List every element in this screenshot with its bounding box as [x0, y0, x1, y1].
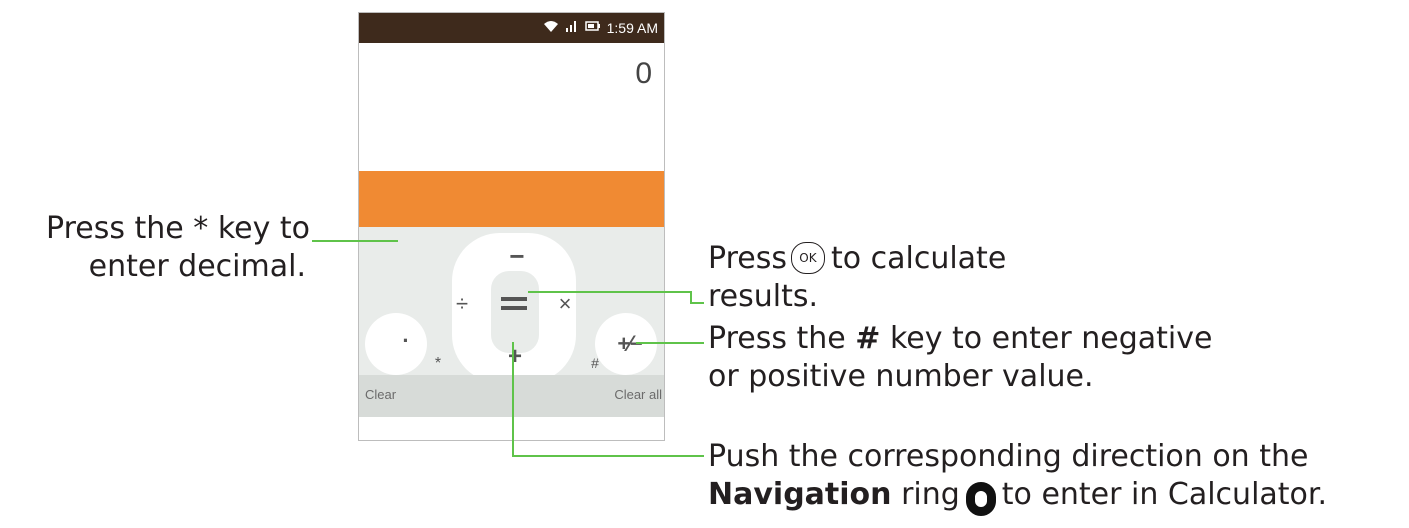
- annotation-hash: Press the # key to enter negative or pos…: [708, 320, 1212, 396]
- wifi-icon: [543, 19, 559, 37]
- divide-key[interactable]: ÷: [452, 291, 472, 317]
- annotation-ok-line2: results.: [708, 279, 819, 314]
- annotation-decimal-line1: Press the * key to: [46, 211, 310, 246]
- accent-band: [359, 171, 664, 227]
- callout-line-nav: [512, 455, 704, 457]
- annotation-hash-prefix: Press the: [708, 321, 846, 356]
- annotation-ok: Press OK to calculate results.: [708, 240, 1006, 316]
- decimal-key[interactable]: ·: [399, 328, 413, 354]
- hash-hint: #: [591, 355, 599, 371]
- annotation-ok-suffix: to calculate: [830, 241, 1007, 276]
- status-icons: 1:59 AM: [543, 19, 658, 37]
- callout-line-hash: [636, 342, 704, 344]
- annotation-nav: Push the corresponding direction on the …: [708, 438, 1327, 516]
- equals-key[interactable]: [501, 297, 527, 311]
- result-display: 0: [359, 43, 664, 171]
- display-value: 0: [635, 57, 652, 90]
- subtract-key[interactable]: −: [507, 241, 527, 272]
- plus-minus-key[interactable]: +⁄−: [609, 331, 649, 357]
- navigation-ring-icon: [965, 482, 996, 516]
- navigation-ring-center[interactable]: [491, 271, 539, 353]
- decimal-key-bubble[interactable]: [365, 313, 427, 375]
- ok-key-icon: OK: [790, 242, 825, 274]
- battery-icon: [584, 19, 601, 37]
- multiply-key[interactable]: ×: [555, 291, 575, 317]
- annotation-decimal: Press the * key to enter decimal.: [8, 210, 310, 286]
- annotation-nav-mid: ring: [901, 477, 960, 512]
- callout-line-nav-vertical: [512, 342, 514, 457]
- status-time: 1:59 AM: [606, 20, 658, 36]
- callout-line-equals: [528, 291, 692, 293]
- callout-line-equals-end: [690, 302, 704, 304]
- clear-all-softkey[interactable]: Clear all: [614, 387, 662, 402]
- annotation-nav-suffix: to enter in Calculator.: [1001, 477, 1328, 512]
- signal-icon: [565, 19, 579, 37]
- annotation-decimal-line2: enter decimal.: [88, 249, 306, 284]
- add-key[interactable]: +: [503, 343, 527, 371]
- annotation-hash-suffix: key to enter negative: [889, 321, 1213, 356]
- annotation-ok-prefix: Press: [708, 241, 787, 276]
- star-hint: *: [434, 355, 442, 372]
- clear-softkey[interactable]: Clear: [365, 387, 396, 402]
- annotation-nav-line1: Push the corresponding direction on the: [708, 439, 1309, 474]
- annotation-nav-bold: Navigation: [708, 477, 892, 512]
- annotation-hash-line2: or positive number value.: [708, 359, 1094, 394]
- annotation-hash-key: #: [855, 321, 881, 356]
- callout-line-decimal: [312, 240, 398, 242]
- status-bar: 1:59 AM: [359, 13, 664, 43]
